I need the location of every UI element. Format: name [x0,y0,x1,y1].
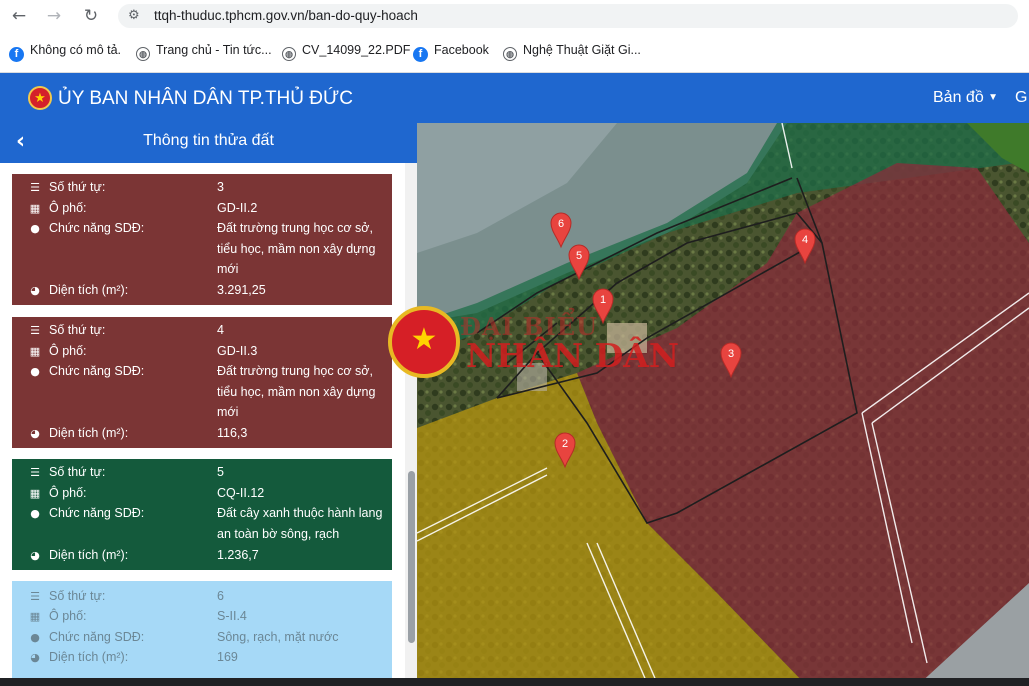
label: Chức năng SDĐ: [49,221,145,235]
value-stt: 5 [217,465,224,479]
parcel-card[interactable]: ☰ Số thứ tự: 3 ▦ Ô phố: GD-II.2 ● Chức năng S… [12,174,392,305]
pie-chart-icon: ◕ [30,284,40,297]
value-opho: GD-II.2 [217,201,258,215]
bookmark-item[interactable]: f Facebook [413,43,489,62]
value-stt: 3 [217,180,224,194]
globe-icon: ◍ [136,47,150,61]
back-arrow-icon[interactable]: ← [9,6,29,26]
label: Chức năng SDĐ: [49,364,145,378]
label: Diện tích (m²): [49,426,129,440]
value-dientich: 3.291,25 [217,283,266,297]
bookmarks-bar: f Không có mô tả. ◍ Trang chủ - Tin tức...… [0,32,1029,73]
label: Diện tích (m²): [49,548,129,562]
value-opho: S-II.4 [217,609,247,623]
list-icon: ☰ [30,181,40,194]
browser-toolbar: ← → ↻ ⚙ ttqh-thuduc.tphcm.gov.vn/ban-do-… [0,0,1029,32]
value-opho: GD-II.3 [217,344,258,358]
next-menu-item[interactable]: G [1015,89,1027,107]
facebook-icon: f [9,47,24,62]
parcel-card[interactable]: ☰ Số thứ tự: 5 ▦ Ô phố: CQ-II.12 ● Chức năng … [12,459,392,570]
value-stt: 4 [217,323,224,337]
value-dientich: 169 [217,650,238,664]
value-chucnang: Đất trường trung học cơ sở, tiểu học, mầ… [217,364,376,419]
value-chucnang: Đất trường trung học cơ sở, tiểu học, mầ… [217,221,376,276]
label: Số thứ tự: [49,180,106,194]
caret-down-icon: ▼ [988,92,999,103]
grid-icon: ▦ [29,487,41,500]
globe-icon: ◍ [282,47,296,61]
watermark-line2: NHÂN DÂN [466,336,679,375]
label: Ô phố: [49,609,87,623]
parcel-card[interactable]: ☰ Số thứ tự: 4 ▦ Ô phố: GD-II.3 ● Chức năng S… [12,317,392,448]
marker-label: 3 [728,348,734,360]
list-icon: ☰ [30,324,40,337]
label: Số thứ tự: [49,323,106,337]
label: Chức năng SDĐ: [49,630,145,644]
value-dientich: 1.236,7 [217,548,259,562]
value-chucnang: Đất cây xanh thuộc hành lang an toàn bờ … [217,506,383,541]
pie-chart-icon: ◕ [30,549,40,562]
taskbar [0,678,1029,686]
scrollbar-thumb[interactable] [408,471,415,643]
parcel-card[interactable]: ☰ Số thứ tự: 6 ▦ Ô phố: S-II.4 ● Chức năng SD… [12,581,392,686]
marker-label: 2 [562,438,568,450]
marker-label: 6 [558,218,564,230]
label: Số thứ tự: [49,589,106,603]
value-stt: 6 [217,589,224,603]
watermark-logo-icon: ★ [388,306,460,378]
satellite-map[interactable]: 1 2 3 4 5 6 [417,123,1029,686]
url-text: ttqh-thuduc.tphcm.gov.vn/ban-do-quy-hoac… [154,8,418,23]
value-opho: CQ-II.12 [217,486,265,500]
globe-icon: ● [30,631,40,644]
globe-icon: ● [30,222,40,235]
reload-icon[interactable]: ↻ [81,6,101,26]
national-emblem-icon: ★ [28,86,52,110]
value-dientich: 116,3 [217,426,248,440]
forward-arrow-icon[interactable]: → [44,6,64,26]
value-chucnang: Sông, rạch, mặt nước [217,630,339,644]
label: Ô phố: [49,344,87,358]
list-icon: ☰ [30,466,40,479]
marker-label: 5 [576,250,582,262]
bookmark-item[interactable]: f Không có mô tả. [9,43,121,62]
panel-header: ‹ Thông tin thửa đất [0,123,417,163]
globe-icon: ● [30,365,40,378]
label: Ô phố: [49,201,87,215]
bookmark-item[interactable]: ◍ Nghệ Thuật Giặt Gi... [503,43,641,61]
grid-icon: ▦ [29,345,41,358]
pie-chart-icon: ◕ [30,427,40,440]
facebook-icon: f [413,47,428,62]
label: Ô phố: [49,486,87,500]
app-title: ỦY BAN NHÂN DÂN TP.THỦ ĐỨC [58,88,353,109]
parcel-info-panel: ‹ Thông tin thửa đất ☰ Số thứ tự: 3 ▦ Ô phố… [0,123,417,686]
marker-label: 1 [600,294,606,306]
bookmark-item[interactable]: ◍ Trang chủ - Tin tức... [136,43,272,61]
label: Chức năng SDĐ: [49,506,145,520]
label: Diện tích (m²): [49,650,129,664]
site-info-icon[interactable]: ⚙ [128,8,140,23]
grid-icon: ▦ [29,610,41,623]
list-icon: ☰ [30,590,40,603]
grid-icon: ▦ [29,202,41,215]
globe-icon: ◍ [503,47,517,61]
panel-title: Thông tin thửa đất [143,132,274,149]
map-menu-dropdown[interactable]: Bản đồ ▼ [933,89,998,107]
label: Diện tích (m²): [49,283,129,297]
map-canvas[interactable]: 1 2 3 4 5 6 [417,123,1029,686]
globe-icon: ● [30,507,40,520]
pie-chart-icon: ◕ [30,651,40,664]
marker-label: 4 [802,234,808,246]
address-bar[interactable]: ⚙ ttqh-thuduc.tphcm.gov.vn/ban-do-quy-ho… [118,4,1018,28]
bookmark-item[interactable]: ◍ CV_14099_22.PDF [282,43,410,61]
label: Số thứ tự: [49,465,106,479]
